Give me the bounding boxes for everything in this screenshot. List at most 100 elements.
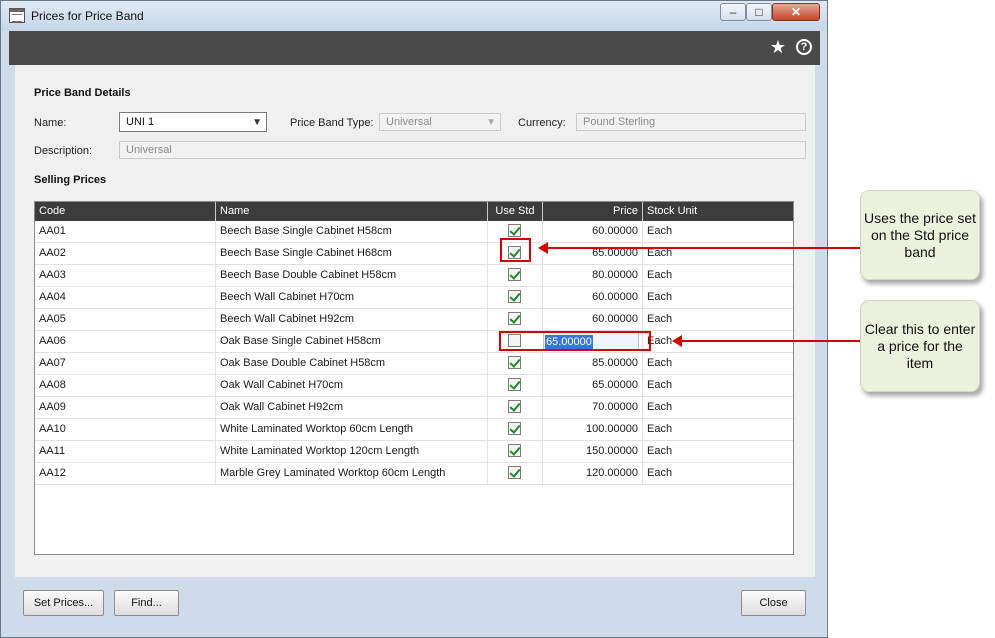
cell-stock-unit: Each (642, 265, 793, 286)
use-std-checkbox[interactable] (508, 224, 521, 237)
grid-header: Code Name Use Std Price Stock Unit (35, 202, 793, 221)
table-row[interactable]: AA12 Marble Grey Laminated Worktop 60cm … (35, 463, 793, 485)
cell-price[interactable]: 65.00000 (542, 375, 642, 396)
table-row[interactable]: AA08 Oak Wall Cabinet H70cm 65.00000 Eac… (35, 375, 793, 397)
column-header-stock-unit[interactable]: Stock Unit (642, 202, 793, 221)
cell-stock-unit: Each (642, 375, 793, 396)
cell-price[interactable]: 70.00000 (542, 397, 642, 418)
help-icon[interactable]: ? (796, 39, 812, 55)
set-prices-button[interactable]: Set Prices... (23, 590, 104, 616)
currency-field: Pound Sterling (576, 113, 806, 131)
table-row[interactable]: AA03 Beech Base Double Cabinet H58cm 80.… (35, 265, 793, 287)
cell-name: Beech Base Double Cabinet H58cm (215, 265, 487, 286)
table-row[interactable]: AA01 Beech Base Single Cabinet H58cm 60.… (35, 221, 793, 243)
cell-name: White Laminated Worktop 60cm Length (215, 419, 487, 440)
annotation-highlight-price (499, 331, 651, 351)
currency-label: Currency: (518, 117, 566, 129)
prices-for-price-band-window: Prices for Price Band – □ ✕ ★ ? Price Ba… (0, 0, 828, 638)
callout-use-std: Uses the price set on the Std price band (860, 190, 980, 280)
cell-stock-unit: Each (642, 353, 793, 374)
find-button[interactable]: Find... (114, 590, 179, 616)
cell-price[interactable]: 60.00000 (542, 309, 642, 330)
selling-prices-grid: Code Name Use Std Price Stock Unit AA01 … (34, 201, 794, 555)
maximize-icon: □ (755, 5, 763, 19)
name-value: UNI 1 (126, 116, 155, 128)
chevron-down-icon: ▼ (486, 117, 496, 128)
star-icon[interactable]: ★ (770, 36, 786, 58)
cell-price[interactable]: 100.00000 (542, 419, 642, 440)
column-header-name[interactable]: Name (215, 202, 487, 221)
cell-name: Beech Wall Cabinet H92cm (215, 309, 487, 330)
chevron-down-icon: ▼ (252, 117, 262, 128)
cell-name: Beech Wall Cabinet H70cm (215, 287, 487, 308)
cell-price[interactable]: 80.00000 (542, 265, 642, 286)
close-window-button[interactable]: ✕ (772, 3, 820, 21)
minimize-icon: – (729, 5, 737, 19)
cell-stock-unit: Each (642, 221, 793, 242)
cell-stock-unit: Each (642, 287, 793, 308)
close-icon: ✕ (790, 5, 802, 19)
annotation-highlight-use-std (500, 238, 531, 262)
window-toolbar: ★ ? (9, 31, 820, 65)
cell-code: AA10 (39, 423, 66, 435)
use-std-checkbox[interactable] (508, 290, 521, 303)
cell-code: AA02 (39, 247, 66, 259)
close-button[interactable]: Close (741, 590, 806, 616)
cell-stock-unit: Each (642, 441, 793, 462)
cell-price[interactable]: 60.00000 (542, 287, 642, 308)
table-row[interactable]: AA11 White Laminated Worktop 120cm Lengt… (35, 441, 793, 463)
use-std-checkbox[interactable] (508, 444, 521, 457)
use-std-checkbox[interactable] (508, 356, 521, 369)
name-label: Name: (34, 117, 67, 129)
cell-name: White Laminated Worktop 120cm Length (215, 441, 487, 462)
cell-price[interactable]: 120.00000 (542, 463, 642, 484)
name-dropdown[interactable]: UNI 1 ▼ (119, 112, 267, 132)
use-std-checkbox[interactable] (508, 466, 521, 479)
cell-price[interactable]: 85.00000 (542, 353, 642, 374)
use-std-checkbox[interactable] (508, 268, 521, 281)
table-row[interactable]: AA10 White Laminated Worktop 60cm Length… (35, 419, 793, 441)
table-row[interactable]: AA09 Oak Wall Cabinet H92cm 70.00000 Eac… (35, 397, 793, 419)
cell-code: AA08 (39, 379, 66, 391)
cell-code: AA05 (39, 313, 66, 325)
use-std-checkbox[interactable] (508, 422, 521, 435)
cell-code: AA04 (39, 291, 66, 303)
annotation-arrow-line (680, 340, 860, 342)
description-field: Universal (119, 141, 806, 159)
cell-stock-unit: Each (642, 463, 793, 484)
cell-code: AA07 (39, 357, 66, 369)
price-band-details-heading: Price Band Details (34, 87, 131, 99)
use-std-checkbox[interactable] (508, 400, 521, 413)
currency-value: Pound Sterling (583, 116, 656, 128)
table-row[interactable]: AA05 Beech Wall Cabinet H92cm 60.00000 E… (35, 309, 793, 331)
cell-code: AA09 (39, 401, 66, 413)
callout-clear-text: Clear this to enter a price for the item (864, 320, 976, 371)
cell-name: Oak Wall Cabinet H70cm (215, 375, 487, 396)
cell-stock-unit: Each (642, 397, 793, 418)
cell-name: Beech Base Single Cabinet H58cm (215, 221, 487, 242)
cell-name: Oak Wall Cabinet H92cm (215, 397, 487, 418)
price-band-type-label: Price Band Type: (290, 117, 374, 129)
callout-clear: Clear this to enter a price for the item (860, 300, 980, 392)
column-header-code[interactable]: Code (35, 202, 215, 221)
use-std-checkbox[interactable] (508, 378, 521, 391)
cell-code: AA01 (39, 225, 66, 237)
cell-price[interactable]: 150.00000 (542, 441, 642, 462)
cell-price[interactable]: 60.00000 (542, 221, 642, 242)
price-band-type-dropdown: Universal ▼ (379, 113, 501, 131)
column-header-use-std[interactable]: Use Std (487, 202, 542, 221)
use-std-checkbox[interactable] (508, 312, 521, 325)
annotation-arrow-line (546, 247, 860, 249)
price-list-icon (9, 8, 25, 23)
column-header-price[interactable]: Price (542, 202, 642, 221)
cell-name: Marble Grey Laminated Worktop 60cm Lengt… (215, 463, 487, 484)
cell-name: Oak Base Double Cabinet H58cm (215, 353, 487, 374)
table-row[interactable]: AA04 Beech Wall Cabinet H70cm 60.00000 E… (35, 287, 793, 309)
maximize-button[interactable]: □ (746, 3, 772, 21)
cell-stock-unit: Each (642, 309, 793, 330)
title-bar: Prices for Price Band – □ ✕ (1, 1, 827, 31)
callout-use-std-text: Uses the price set on the Std price band (863, 209, 977, 260)
description-value: Universal (126, 144, 172, 156)
table-row[interactable]: AA07 Oak Base Double Cabinet H58cm 85.00… (35, 353, 793, 375)
minimize-button[interactable]: – (720, 3, 746, 21)
